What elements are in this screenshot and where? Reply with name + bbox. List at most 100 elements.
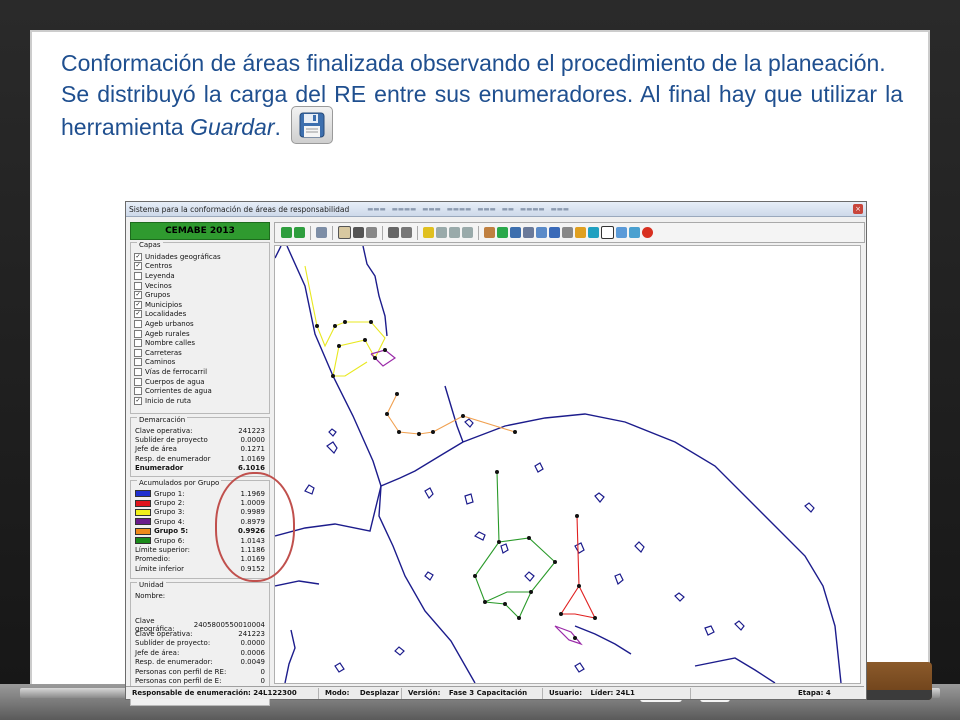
pan-hand-icon[interactable] — [338, 226, 351, 239]
map-view[interactable] — [274, 245, 861, 684]
window-icon[interactable] — [616, 227, 627, 238]
gear-icon[interactable] — [401, 227, 412, 238]
locality-outline — [500, 543, 509, 554]
layer-item[interactable]: ✓ Localidades — [131, 310, 269, 320]
boundary-line — [275, 580, 320, 587]
status-usuario: Usuario: Líder: 24L1 — [543, 687, 691, 699]
select-arrow-icon[interactable] — [353, 227, 364, 238]
report-icon[interactable] — [484, 227, 495, 238]
layer-item[interactable]: ✓ Centros — [131, 262, 269, 272]
menu-item[interactable]: ▬▬▬▬ — [520, 205, 545, 213]
save-icon[interactable] — [510, 227, 521, 238]
layer-checkbox[interactable] — [134, 329, 142, 338]
layer-checkbox[interactable]: ✓ — [134, 262, 142, 271]
export-icon[interactable] — [588, 227, 599, 238]
menu-item[interactable]: ▬▬▬ — [477, 205, 495, 213]
layer-item[interactable]: Corrientes de agua — [131, 386, 269, 396]
info-label: Sublíder de proyecto — [135, 436, 208, 445]
layer-item[interactable]: ✓ Municipios — [131, 300, 269, 310]
layer-item[interactable]: ✓ Inicio de ruta — [131, 396, 269, 406]
info-value: 0.1271 — [240, 445, 266, 454]
info-row: Jefe de área 0.1271 — [131, 445, 269, 454]
layer-checkbox[interactable] — [134, 348, 142, 357]
info-icon[interactable] — [549, 227, 560, 238]
merge-icon[interactable] — [449, 227, 460, 238]
zoom-icon[interactable] — [316, 227, 327, 238]
unidad-rows: Clave geográfica: 2405800550010004 Clave o… — [131, 600, 269, 686]
folder-icon[interactable] — [575, 227, 586, 238]
layer-checkbox[interactable]: ✓ — [134, 252, 142, 261]
locality-outline — [574, 662, 585, 673]
tools-icon[interactable] — [388, 227, 399, 238]
locality-outline — [734, 620, 745, 631]
info-value: 0.0006 — [240, 648, 266, 657]
layer-checkbox[interactable] — [134, 387, 142, 396]
layer-checkbox[interactable]: ✓ — [134, 396, 142, 405]
layer-item[interactable]: Caminos — [131, 358, 269, 368]
info-value: 0.0000 — [240, 639, 266, 648]
refresh-icon[interactable] — [497, 227, 508, 238]
node-icon[interactable] — [423, 227, 434, 238]
layer-item[interactable]: Leyenda — [131, 271, 269, 281]
layer-item[interactable]: Vecinos — [131, 281, 269, 291]
frame-select-icon[interactable] — [601, 226, 614, 239]
info-row: Jefe de área: 0.0006 — [131, 648, 269, 657]
exit-icon[interactable] — [642, 227, 653, 238]
layer-checkbox[interactable] — [134, 358, 142, 367]
layer-label: Caminos — [145, 358, 176, 367]
layer-item[interactable]: Ageb rurales — [131, 329, 269, 339]
route-point — [395, 392, 399, 396]
undo-icon[interactable] — [281, 227, 292, 238]
print-icon[interactable] — [523, 227, 534, 238]
info-value: 0.0049 — [240, 658, 266, 667]
layer-label: Inicio de ruta — [145, 396, 192, 405]
route-point — [573, 636, 577, 640]
layer-item[interactable]: Ageb urbanos — [131, 319, 269, 329]
document-icon[interactable] — [536, 227, 547, 238]
layer-item[interactable]: ✓ Unidades geográficas — [131, 252, 269, 262]
status-version-value: Fase 3 Capacitación — [448, 688, 528, 697]
layer-item[interactable]: Nombre calles — [131, 338, 269, 348]
floppy-disk-icon — [290, 106, 333, 144]
layer-checkbox[interactable] — [134, 281, 142, 290]
layer-checkbox[interactable] — [134, 319, 142, 328]
status-version: Versión: Fase 3 Capacitación — [402, 687, 543, 699]
slide-paragraph-2: Se distribuyó la carga del RE entre sus … — [61, 79, 903, 148]
redo-icon[interactable] — [294, 227, 305, 238]
layer-checkbox[interactable] — [134, 339, 142, 348]
menu-item[interactable]: ▬▬▬▬ — [447, 205, 472, 213]
layer-item[interactable]: ✓ Grupos — [131, 290, 269, 300]
draw-line-icon[interactable] — [366, 227, 377, 238]
info-value: 2405800550010004 — [193, 620, 265, 629]
info-row: Resp. de enumerador 1.0169 — [131, 454, 269, 463]
layer-item[interactable]: Vías de ferrocarril — [131, 367, 269, 377]
comment-icon[interactable] — [629, 227, 640, 238]
menu-item[interactable]: ▬▬▬ — [422, 205, 440, 213]
layer-checkbox[interactable]: ✓ — [134, 291, 142, 300]
menu-item[interactable]: ▬▬▬ — [551, 205, 569, 213]
menu-item[interactable]: ▬▬▬▬ — [392, 205, 417, 213]
group-route — [559, 515, 596, 619]
layer-checkbox[interactable]: ✓ — [134, 300, 142, 309]
layer-checkbox[interactable] — [134, 367, 142, 376]
layer-checkbox[interactable] — [134, 377, 142, 386]
menu-item[interactable]: ▬▬ — [502, 205, 514, 213]
close-icon[interactable]: × — [853, 204, 863, 214]
layer-item[interactable]: Carreteras — [131, 348, 269, 358]
menu-item[interactable]: ▬▬▬ — [367, 205, 385, 213]
status-version-label: Versión: — [408, 688, 441, 697]
boundary-line — [378, 485, 476, 683]
wrench-icon[interactable] — [562, 227, 573, 238]
map-canvas[interactable] — [275, 246, 860, 683]
locality-outline — [464, 493, 474, 505]
info-label: Grupo 2: — [135, 499, 185, 507]
layer-checkbox[interactable] — [134, 271, 142, 280]
locality-outline — [704, 625, 715, 636]
layer-label: Leyenda — [145, 271, 175, 280]
info-value: 0 — [260, 677, 265, 686]
layer-item[interactable]: Cuerpos de agua — [131, 377, 269, 387]
split-icon[interactable] — [436, 227, 447, 238]
route-point — [337, 344, 341, 348]
route-icon[interactable] — [462, 227, 473, 238]
layer-checkbox[interactable]: ✓ — [134, 310, 142, 319]
